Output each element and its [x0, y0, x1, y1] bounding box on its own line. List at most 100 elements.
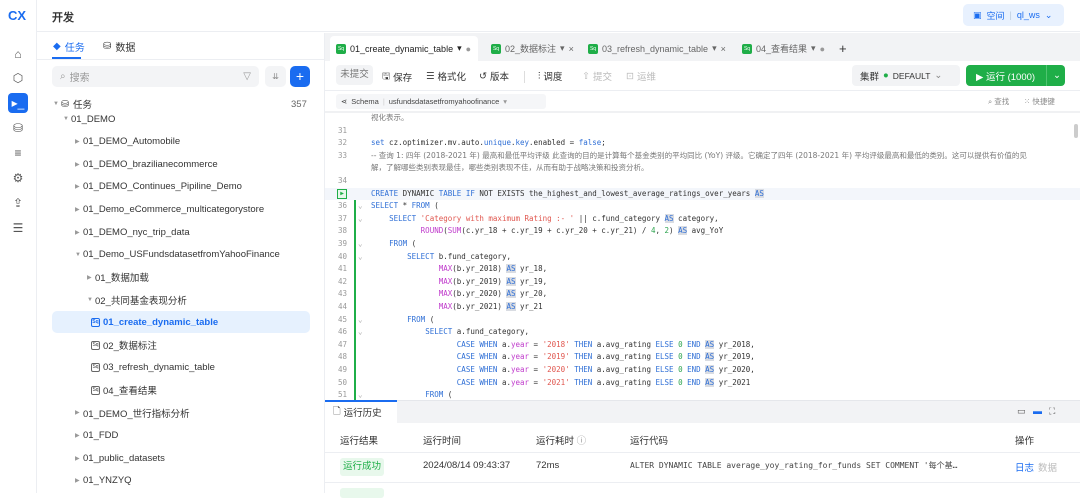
monitor-icon[interactable]: ⚙	[8, 168, 28, 188]
fold-chevron-icon[interactable]: ⌄	[358, 314, 363, 327]
tab-01-create-dynamic-table[interactable]: Sq 01_create_dynamic_table ▾ ●	[330, 36, 478, 61]
caret-right-icon[interactable]: ▶	[75, 161, 83, 168]
ops-button[interactable]: ⊡ 运维	[626, 69, 656, 84]
caret-right-icon[interactable]: ▶	[75, 409, 83, 416]
add-task-button[interactable]: +	[290, 66, 310, 87]
run-code[interactable]: ALTER DYNAMIC TABLE average_yoy_rating_f…	[630, 460, 957, 471]
caret-right-icon[interactable]: ▶	[87, 274, 95, 281]
tab-run-history[interactable]: 🗋 运行历史	[325, 401, 397, 423]
tab-04-view-results[interactable]: Sq 04_查看结果 ▾ ●	[736, 36, 831, 61]
column-header: 运行耗时 ⓘ	[536, 433, 586, 447]
tree-item[interactable]: ▶ 01_DEMO_nyc_trip_data	[75, 221, 190, 243]
version-button[interactable]: ↺ 版本	[479, 69, 509, 84]
tree-item[interactable]: Sq 01_create_dynamic_table	[52, 311, 310, 334]
tab-data[interactable]: ⛁ 数据	[103, 39, 135, 54]
caret-right-icon[interactable]: ▶	[75, 206, 83, 213]
fold-chevron-icon[interactable]: ⌄	[358, 238, 363, 251]
fold-chevron-icon[interactable]: ⌄	[358, 326, 363, 339]
fold-chevron-icon[interactable]: ⌄	[358, 389, 363, 400]
save-button[interactable]: 🖫 保存	[382, 69, 412, 85]
code-token: yr_19,	[515, 276, 548, 286]
log-link[interactable]: 日志	[1015, 460, 1034, 474]
code-token: set	[371, 138, 385, 148]
tree-item[interactable]: ▶ 01_Demo_eCommerce_multicategorystore	[75, 198, 264, 220]
caret-right-icon[interactable]: ▶	[75, 477, 83, 484]
caret-right-icon[interactable]: ▶	[75, 432, 83, 439]
code-line: 33 -- 查询 1: 四年 (2018-2021 年) 最高和最低平均评级 此查…	[325, 150, 1080, 163]
cluster-selector[interactable]: 集群 ● DEFAULT ⌄	[852, 65, 960, 86]
line-number: 51	[337, 390, 347, 400]
caret-down-icon[interactable]: ▼	[63, 116, 71, 122]
new-tab-button[interactable]: +	[833, 36, 853, 61]
tree-item[interactable]: ▶ 01_FDD	[75, 424, 118, 446]
submit-button[interactable]: ⇧ 提交	[582, 69, 612, 84]
schedule-button[interactable]: ⫶ 调度	[538, 69, 562, 84]
tree-item[interactable]: ▶ 01_public_datasets	[75, 447, 165, 469]
database-icon[interactable]: ⛁	[8, 118, 28, 138]
find-button[interactable]: ⌕ 查找	[988, 96, 1009, 107]
check-circle-icon: ●	[883, 70, 889, 81]
workspace-selector[interactable]: ▣ 空间 | ql_ws ⌄	[963, 4, 1064, 26]
tree-item[interactable]: ▼ 01_Demo_USFundsdatasetfromYahooFinance	[75, 244, 280, 266]
code-token: AS	[754, 188, 764, 198]
shortcuts-button[interactable]: ⁙ 快捷键	[1024, 96, 1055, 107]
tree-item[interactable]: ▶ 01_YNZYQ	[75, 470, 132, 492]
tab-tasks[interactable]: ◆ 任务	[53, 39, 85, 54]
collapse-button[interactable]: ⇊	[265, 66, 286, 87]
line-number: 37	[337, 213, 347, 223]
share-icon[interactable]: ⇪	[8, 193, 28, 213]
tree-item[interactable]: Sq 04_查看结果	[91, 379, 157, 401]
code-token: (b.yr_2020)	[452, 289, 507, 299]
caret-right-icon[interactable]: ▶	[75, 183, 83, 190]
caret-right-icon[interactable]: ▶	[75, 455, 83, 462]
tab-02-data-annotation[interactable]: Sq 02_数据标注 ▾ ×	[485, 36, 580, 61]
caret-down-icon[interactable]: ▼	[75, 252, 83, 258]
tree-item[interactable]: ▼ 02_共同基金表现分析	[87, 289, 187, 311]
schema-selector[interactable]: ⋖ Schema | usfundsdatasetfromyahoofinance ▾	[336, 94, 546, 109]
code-editor[interactable]: 视化表示。 31 32 set cz.optimizer.mv.auto.unique…	[325, 112, 1080, 400]
close-icon[interactable]: ×	[721, 44, 726, 54]
home-icon[interactable]: ⌂	[8, 44, 28, 64]
info-icon[interactable]: ⓘ	[577, 436, 587, 447]
tree-item[interactable]: ▶ 01_DEMO_brazilianecommerce	[75, 153, 218, 175]
tree-item[interactable]: Sq 02_数据标注	[91, 334, 157, 356]
fold-chevron-icon[interactable]: ⌄	[358, 251, 363, 264]
code-token: a.fund_category,	[452, 327, 530, 337]
top-bar: 开发 ▣ 空间 | ql_ws ⌄	[37, 0, 1080, 32]
tree-item[interactable]: ▶ 01_DEMO_Automobile	[75, 131, 180, 153]
close-icon[interactable]: ×	[569, 44, 574, 54]
schema-value: usfundsdatasetfromyahoofinance	[388, 97, 500, 106]
fold-chevron-icon[interactable]: ⌄	[358, 213, 363, 226]
data-link[interactable]: 数据	[1038, 460, 1057, 474]
chevron-down-icon: ▾	[560, 43, 565, 53]
list-icon[interactable]: ≡	[8, 143, 28, 163]
tree-item[interactable]: ▶ 01_数据加载	[87, 266, 149, 288]
format-button[interactable]: ☰ 格式化	[426, 69, 466, 84]
run-options-chevron-icon[interactable]: ⌄	[1046, 65, 1061, 86]
tree-item[interactable]: Sq 03_refresh_dynamic_table	[91, 357, 215, 379]
tree-item[interactable]: ▶ 01_DEMO_Continues_Pipiline_Demo	[75, 176, 242, 198]
search-input[interactable]: ⌕ 搜索 ▽	[52, 66, 259, 87]
layers-icon[interactable]: ☰	[8, 218, 28, 238]
caret-down-icon[interactable]: ▼	[87, 297, 95, 303]
code-token: yr_2020,	[714, 365, 755, 374]
code-line: 43 MAX(b.yr_2020) AS yr_20,	[325, 288, 1080, 301]
fullscreen-icon[interactable]: ⛶	[1049, 406, 1055, 417]
cube-icon[interactable]: ⬡	[8, 68, 28, 88]
filter-icon[interactable]: ▽	[243, 71, 251, 82]
tree-item[interactable]: ▼ 01_DEMO	[63, 108, 115, 130]
caret-right-icon[interactable]: ▶	[75, 229, 83, 236]
tree-item[interactable]: ▶ 01_DEMO_世行指标分析	[75, 402, 190, 424]
tab-03-refresh-dynamic-table[interactable]: Sq 03_refresh_dynamic_table ▾ ×	[582, 36, 732, 61]
run-line-icon[interactable]: ▶	[337, 188, 347, 199]
caret-right-icon[interactable]: ▶	[75, 138, 83, 145]
save-icon: 🖫	[382, 71, 391, 82]
terminal-icon[interactable]: ▸_	[8, 93, 28, 113]
layout-split-icon[interactable]: ▬	[1033, 406, 1042, 416]
fold-chevron-icon[interactable]: ⌄	[358, 200, 363, 213]
run-button[interactable]: ▶ 运行 (1000) ⌄	[966, 65, 1065, 86]
layout-bottom-icon[interactable]: ▭	[1017, 406, 1026, 417]
code-token: '2021'	[542, 377, 570, 387]
code-token: DYNAMIC	[398, 188, 439, 198]
